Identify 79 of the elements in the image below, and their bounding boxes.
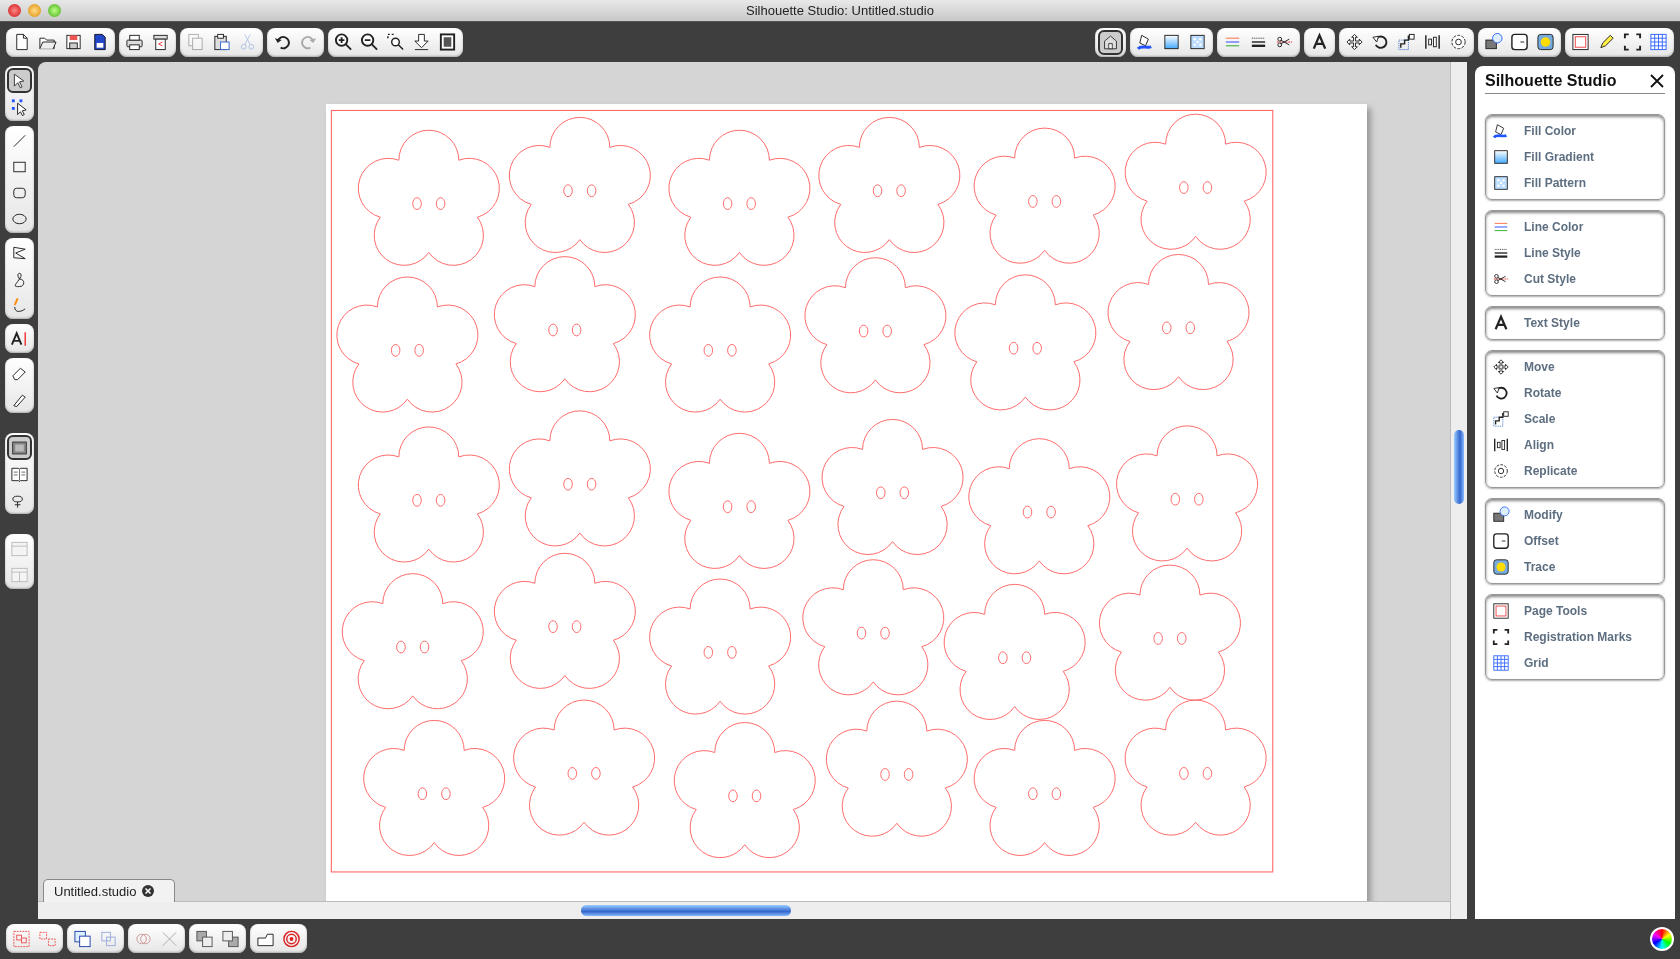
dotted-square-icon <box>1492 174 1510 192</box>
pencil-icon <box>1597 32 1616 52</box>
letter-a-icon <box>1492 314 1510 332</box>
house-icon <box>1102 32 1119 52</box>
printer-icon <box>125 32 144 52</box>
paint-bucket-icon <box>1136 32 1155 52</box>
dotted-square-icon <box>1188 32 1207 52</box>
panel-item[interactable]: Offset <box>1486 528 1664 554</box>
align-icon <box>1492 436 1510 454</box>
bring-front-icon <box>195 928 214 949</box>
offset-icon <box>1510 32 1529 52</box>
move-arrows-icon <box>1492 358 1510 376</box>
panel-item[interactable]: Line Color <box>1486 214 1664 240</box>
close-window-button[interactable] <box>8 4 21 17</box>
rotate-icon <box>1371 32 1390 52</box>
registration-marks-icon <box>1492 628 1510 646</box>
page-view-button[interactable] <box>6 435 32 460</box>
window-title: Silhouette Studio: Untitled.studio <box>746 3 934 18</box>
gradient-square-icon <box>1162 32 1181 52</box>
trace-icon <box>1492 558 1510 576</box>
edit-points-icon <box>9 96 29 117</box>
page-outline-icon <box>1571 32 1590 52</box>
zoom-in-icon <box>334 32 353 52</box>
panel-item[interactable]: Fill Pattern <box>1486 170 1664 196</box>
scale-icon <box>1492 410 1510 428</box>
compound-path-icon <box>73 928 92 949</box>
group-icon <box>12 928 31 949</box>
close-icon[interactable] <box>1649 73 1665 89</box>
text-cursor-icon <box>9 328 29 349</box>
panel-item[interactable]: Registration Marks <box>1486 624 1664 650</box>
move-arrows-icon <box>1345 32 1364 52</box>
page-outline-icon <box>1492 602 1510 620</box>
document-tab[interactable]: Untitled.studio <box>43 879 176 902</box>
clipboard-icon <box>212 32 231 52</box>
letter-a-icon <box>1310 32 1329 52</box>
panel-item[interactable]: Text Style <box>1486 310 1664 336</box>
grid-icon <box>1649 32 1668 52</box>
send-back-icon <box>221 928 240 949</box>
panel-item[interactable]: Scale <box>1486 406 1664 432</box>
panel-item[interactable]: Cut Style <box>1486 266 1664 292</box>
scissors-icon <box>238 32 257 52</box>
trace-icon <box>1536 32 1555 52</box>
panel-item[interactable]: Align <box>1486 432 1664 458</box>
cutter-icon <box>151 32 170 52</box>
panel-item[interactable]: Rotate <box>1486 380 1664 406</box>
rotate-icon <box>1492 384 1510 402</box>
gradient-square-icon <box>1492 148 1510 166</box>
modify-icon <box>1492 506 1510 524</box>
panel-item[interactable]: Modify <box>1486 502 1664 528</box>
tab-label: Untitled.studio <box>54 883 137 899</box>
target-icon <box>282 928 301 949</box>
scale-icon <box>1397 32 1416 52</box>
scroll-thumb[interactable] <box>581 905 791 916</box>
grid-icon <box>1492 654 1510 672</box>
panel-item[interactable]: Trace <box>1486 554 1664 580</box>
panel-item[interactable]: Fill Color <box>1486 118 1664 144</box>
close-icon[interactable] <box>142 885 155 897</box>
scroll-thumb[interactable] <box>1454 430 1464 504</box>
panel-item[interactable]: Move <box>1486 354 1664 380</box>
offset-icon <box>1492 532 1510 550</box>
panel-item[interactable]: Page Tools <box>1486 598 1664 624</box>
align-icon <box>1423 32 1442 52</box>
modify-icon <box>1484 32 1503 52</box>
panel-item[interactable]: Grid <box>1486 650 1664 676</box>
paint-bucket-icon <box>1492 122 1510 140</box>
arrow-down-icon <box>412 32 431 52</box>
pointer-arrow-button[interactable] <box>6 68 32 93</box>
registration-marks-icon <box>1623 32 1642 52</box>
panel-title: Silhouette Studio <box>1485 72 1617 90</box>
panel-item[interactable]: Fill Gradient <box>1486 144 1664 170</box>
page-fit-icon <box>438 32 457 52</box>
panel-item[interactable]: Replicate <box>1486 458 1664 484</box>
horizontal-scrollbar[interactable] <box>38 901 1450 919</box>
zoom-out-icon <box>360 32 379 52</box>
panel-item[interactable]: Line Style <box>1486 240 1664 266</box>
zoom-area-icon <box>386 32 405 52</box>
vertical-scrollbar[interactable] <box>1450 62 1467 919</box>
color-wheel-icon[interactable] <box>1650 926 1674 951</box>
copy-icon <box>186 32 205 52</box>
